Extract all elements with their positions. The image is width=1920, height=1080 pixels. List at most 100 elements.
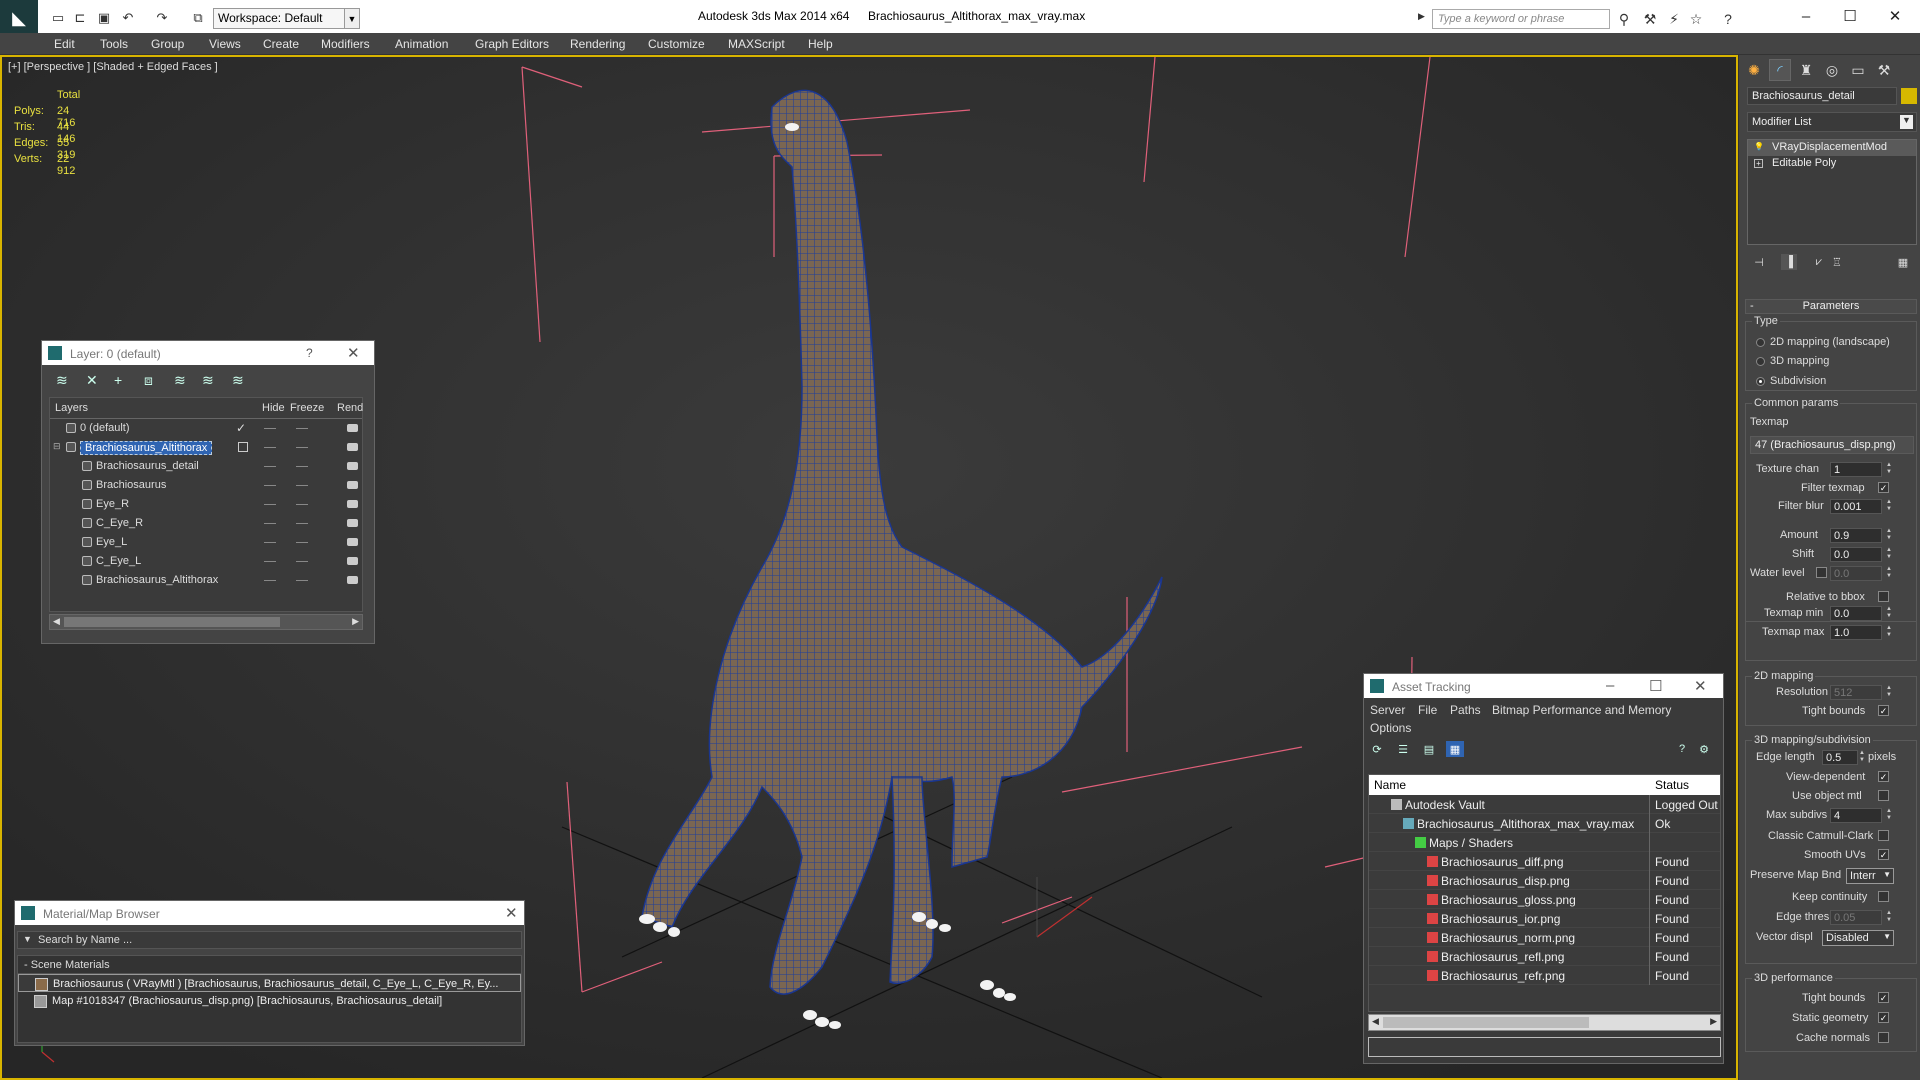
radio-2d-mapping[interactable] [1756,338,1765,347]
catmull-clark-checkbox[interactable] [1878,830,1889,841]
select-objects-icon[interactable]: ⧈ [144,372,153,389]
tight-bounds-3d-checkbox[interactable]: ✓ [1878,992,1889,1003]
modifier-list-dropdown[interactable]: Modifier List ▼ [1747,112,1917,132]
amount-spinner[interactable]: ▲ ▼ [1886,528,1893,543]
freeze-toggle[interactable] [296,485,308,486]
texmap-max-input[interactable]: 1.0 [1830,625,1882,640]
freeze-all-layers-icon[interactable]: ≋ [232,372,244,389]
binoculars-icon[interactable]: ⚲ [1614,9,1634,29]
add-to-layer-icon[interactable]: + [114,372,122,388]
menu-create[interactable]: Create [263,37,299,51]
map-item[interactable]: Map #1018347 (Brachiosaurus_disp.png) [B… [18,992,521,1010]
edge-length-input[interactable]: 0.5 [1822,750,1858,765]
menu-rendering[interactable]: Rendering [570,37,625,51]
texmap-button[interactable]: 47 (Brachiosaurus_disp.png) [1750,436,1914,454]
max-subdivs-spinner[interactable]: ▲ ▼ [1886,808,1893,823]
hide-toggle[interactable] [264,485,276,486]
material-browser-close-button[interactable]: ✕ [505,904,518,922]
hide-all-layers-icon[interactable]: ≋ [202,372,214,389]
layer-horizontal-scrollbar[interactable]: ◀ ▶ [49,614,363,630]
configure-modifier-sets-icon[interactable]: ▦ [1895,254,1911,270]
freeze-toggle[interactable] [296,428,308,429]
column-hide[interactable]: Hide [262,402,285,414]
asset-row[interactable]: Brachiosaurus_refr.png Found [1369,966,1720,985]
asset-menu-file[interactable]: File [1418,703,1437,717]
asset-menu-paths[interactable]: Paths [1450,703,1481,717]
material-browser-titlebar[interactable]: Material/Map Browser ✕ [15,901,524,925]
asset-menu-bitmap-performance[interactable]: Bitmap Performance and Memory [1492,703,1671,717]
pin-stack-icon[interactable]: ⊣ [1751,254,1767,270]
edge-thresh-spinner[interactable]: ▲ ▼ [1886,910,1893,925]
project-folder-icon[interactable]: ⧉ [188,9,208,27]
render-teapot-icon[interactable] [347,538,358,546]
resolution-spinner[interactable]: ▲ ▼ [1886,685,1893,700]
scroll-thumb[interactable] [64,617,280,627]
expand-plus-icon[interactable]: + [1754,159,1763,168]
display-tab-icon[interactable]: ▭ [1847,59,1869,81]
make-unique-icon[interactable]: ⩗ [1811,254,1827,270]
asset-row[interactable]: Brachiosaurus_Altithorax_max_vray.max Ok [1369,814,1720,833]
cache-normals-checkbox[interactable] [1878,1032,1889,1043]
hide-toggle[interactable] [264,428,276,429]
use-object-mtl-checkbox[interactable] [1878,790,1889,801]
open-file-icon[interactable]: ⊏ [70,9,90,27]
filter-texmap-checkbox[interactable]: ✓ [1878,482,1889,493]
table-view-icon[interactable]: ▦ [1446,741,1464,757]
freeze-toggle[interactable] [296,466,308,467]
hide-toggle[interactable] [264,542,276,543]
column-render[interactable]: Rend [337,402,363,414]
material-item[interactable]: Brachiosaurus ( VRayMtl ) [Brachiosaurus… [18,974,521,992]
thumbnail-view-icon[interactable]: ▤ [1420,741,1438,757]
remove-modifier-icon[interactable]: ♖ [1829,254,1845,270]
new-file-icon[interactable]: ▭ [48,9,68,27]
menu-graph-editors[interactable]: Graph Editors [475,37,549,51]
stack-item-editable-poly[interactable]: + Editable Poly [1748,156,1916,172]
menu-group[interactable]: Group [151,37,184,51]
layer-close-button[interactable]: ✕ [347,344,360,362]
chevron-down-icon[interactable]: ▼ [1883,870,1891,879]
render-teapot-icon[interactable] [347,519,358,527]
settings-icon[interactable]: ⚙ [1695,741,1713,757]
menu-views[interactable]: Views [209,37,241,51]
layer-row[interactable]: C_Eye_L [50,552,362,571]
column-name[interactable]: Name [1374,778,1406,792]
scroll-left-icon[interactable]: ◀ [53,616,60,627]
object-color-swatch[interactable] [1901,88,1917,104]
asset-tracking-titlebar[interactable]: Asset Tracking – ☐ ✕ [1364,674,1723,698]
current-layer-check-icon[interactable]: ✓ [236,421,246,435]
column-freeze[interactable]: Freeze [290,402,324,414]
texmap-max-spinner[interactable]: ▲ ▼ [1886,625,1893,640]
layer-row[interactable]: Brachiosaurus [50,476,362,495]
layer-help-button[interactable]: ? [306,346,313,360]
workspace-dropdown[interactable]: Workspace: Default [213,8,359,29]
shift-input[interactable]: 0.0 [1830,547,1882,562]
redo-icon[interactable]: ↷ [152,9,172,27]
radio-subdivision[interactable] [1756,377,1765,386]
chevron-down-icon[interactable]: ▼ [344,8,360,29]
asset-row[interactable]: Maps / Shaders [1369,833,1720,852]
water-level-spinner[interactable]: ▲ ▼ [1886,566,1893,581]
menu-customize[interactable]: Customize [648,37,705,51]
material-search-input[interactable]: ▼ Search by Name ... [17,931,522,949]
menu-modifiers[interactable]: Modifiers [321,37,370,51]
max-subdivs-input[interactable]: 4 [1830,808,1882,823]
stack-item-vray-displacement[interactable]: 💡 VRayDisplacementMod [1748,140,1916,156]
app-menu-button[interactable]: ◣ [0,0,38,37]
relative-bbox-checkbox[interactable] [1878,591,1889,602]
shift-spinner[interactable]: ▲ ▼ [1886,547,1893,562]
render-teapot-icon[interactable] [347,557,358,565]
smooth-uvs-checkbox[interactable]: ✓ [1878,849,1889,860]
hide-toggle[interactable] [264,561,276,562]
keep-continuity-checkbox[interactable] [1878,891,1889,902]
asset-horizontal-scrollbar[interactable]: ◀ ▶ [1368,1014,1721,1031]
asset-path-field[interactable] [1368,1037,1721,1057]
scroll-right-icon[interactable]: ▶ [352,616,359,627]
close-button[interactable]: ✕ [1875,5,1915,27]
menu-help[interactable]: Help [808,37,833,51]
tight-bounds-2d-checkbox[interactable]: ✓ [1878,705,1889,716]
object-name-field[interactable]: Brachiosaurus_detail [1747,87,1897,105]
asset-row[interactable]: Brachiosaurus_disp.png Found [1369,871,1720,890]
asset-row[interactable]: Brachiosaurus_gloss.png Found [1369,890,1720,909]
freeze-toggle[interactable] [296,580,308,581]
scene-materials-section[interactable]: - Scene Materials [18,956,521,974]
